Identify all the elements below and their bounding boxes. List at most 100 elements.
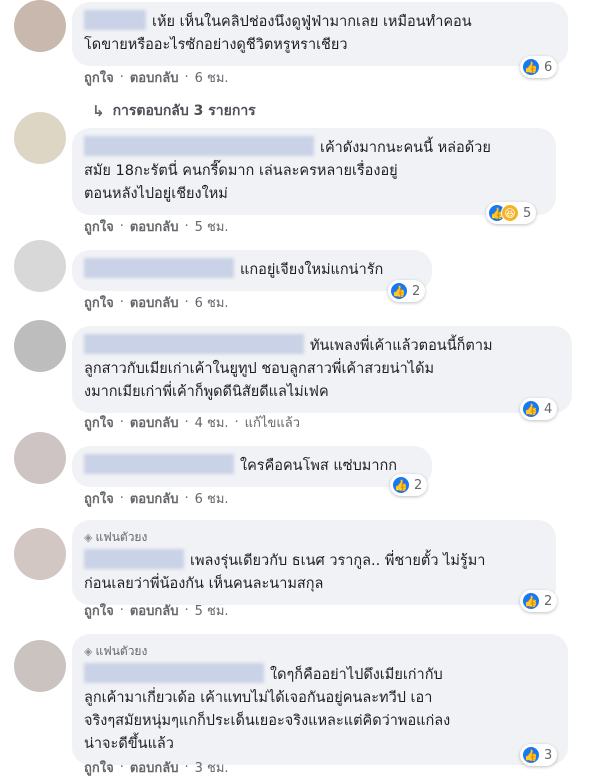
- comment-line: น่าจะดีขึ้นแล้ว: [84, 736, 174, 752]
- separator: ·: [184, 70, 189, 85]
- comment-actions: ถูกใจ · ตอบกลับ · 6 ชม.: [84, 67, 229, 88]
- like-link[interactable]: ถูกใจ: [84, 67, 114, 88]
- like-link[interactable]: ถูกใจ: [84, 757, 114, 778]
- comment-line: ตอนหลังไปอยู่เชียงใหม่: [84, 186, 228, 202]
- avatar[interactable]: [14, 0, 66, 52]
- comment-line: ลูกสาวกับเมียเก่าเค้าในยูทูป ชอบลูกสาวพี…: [84, 361, 435, 377]
- comment-line: แกอยู่เจียงใหม่แกน่ารัก: [84, 258, 420, 282]
- comment-line: สมัย 18กะรัตนี่ คนกรี๊ดมาก เล่นละครหลายเ…: [84, 163, 398, 179]
- comment-line: ทันเพลงพี่เค้าแล้วตอนนี้ก็ตาม: [84, 334, 560, 358]
- reply-link[interactable]: ตอบกลับ: [130, 757, 179, 778]
- comment-actions: ถูกใจ · ตอบกลับ · 4 ชม. · แก้ไขแล้ว: [84, 412, 300, 433]
- timestamp[interactable]: 6 ชม.: [195, 292, 229, 313]
- comment-line: ลูกเค้ามาเกี่ยวเด้อ เค้าแทบไม่ได้เจอกันอ…: [84, 690, 433, 706]
- blurred-author-name[interactable]: [84, 454, 234, 474]
- comment-actions: ถูกใจ · ตอบกลับ · 3 ชม.: [84, 757, 229, 778]
- thumbs-up-icon: 👍: [392, 476, 410, 494]
- reply-link[interactable]: ตอบกลับ: [130, 600, 179, 621]
- timestamp[interactable]: 5 ชม.: [195, 600, 229, 621]
- separator: ·: [184, 219, 189, 234]
- avatar[interactable]: [14, 432, 66, 484]
- reaction-summary[interactable]: 👍 2: [390, 474, 428, 496]
- reaction-summary[interactable]: 👍 2: [388, 280, 426, 302]
- badge-label: แฟนตัวยง: [95, 530, 148, 544]
- timestamp[interactable]: 3 ชม.: [195, 757, 229, 778]
- comment-bubble: เค้าดังมากนะคนนี้ หล่อด้วย สมัย 18กะรัตน…: [72, 128, 556, 215]
- comment-line: เพลงรุ่นเดียวกับ ธเนศ วรากูล.. พี่ชายตั้…: [84, 549, 544, 573]
- separator: ·: [119, 603, 124, 618]
- reaction-count: 5: [523, 205, 532, 221]
- badge-label: แฟนตัวยง: [95, 644, 148, 658]
- haha-icon: 😆: [501, 204, 519, 222]
- timestamp[interactable]: 6 ชม.: [195, 488, 229, 509]
- blurred-author-name[interactable]: [84, 136, 314, 156]
- reply-link[interactable]: ตอบกลับ: [130, 216, 179, 237]
- reaction-summary[interactable]: 👍 6: [520, 56, 558, 78]
- blurred-author-name[interactable]: [84, 10, 146, 30]
- reaction-count: 6: [544, 59, 553, 75]
- blurred-author-name[interactable]: [84, 258, 234, 278]
- reaction-summary[interactable]: 👍 2: [520, 590, 558, 612]
- comment-bubble: แกอยู่เจียงใหม่แกน่ารัก: [72, 250, 432, 291]
- separator: ·: [184, 603, 189, 618]
- blurred-author-name[interactable]: [84, 663, 264, 683]
- top-fan-badge[interactable]: ◈ แฟนตัวยง: [84, 642, 556, 661]
- avatar[interactable]: [14, 112, 66, 164]
- avatar[interactable]: [14, 640, 66, 692]
- top-fan-badge[interactable]: ◈ แฟนตัวยง: [84, 528, 544, 547]
- reply-link[interactable]: ตอบกลับ: [130, 488, 179, 509]
- thumbs-up-icon: 👍: [522, 58, 540, 76]
- reaction-summary[interactable]: 👍 😆 5: [486, 202, 537, 224]
- reaction-count: 2: [412, 283, 421, 299]
- comment-bubble: ◈ แฟนตัวยง เพลงรุ่นเดียวกับ ธเนศ วรากูล.…: [72, 520, 556, 605]
- timestamp[interactable]: 6 ชม.: [195, 67, 229, 88]
- comment-line: เค้าดังมากนะคนนี้ หล่อด้วย: [84, 136, 544, 160]
- reply-link[interactable]: ตอบกลับ: [130, 292, 179, 313]
- comment-bubble: ใครคือคนโพส แซ่บมากก: [72, 446, 432, 487]
- comment-actions: ถูกใจ · ตอบกลับ · 6 ชม.: [84, 488, 229, 509]
- thumbs-up-icon: 👍: [390, 282, 408, 300]
- separator: ·: [119, 219, 124, 234]
- comment-bubble: ◈ แฟนตัวยง ใดๆก็คืออย่าไปดึงเมียเก่ากับ …: [72, 634, 568, 765]
- comment-line: งมากเมียเก่าพี่เค้าก็พูดดีนิสัยดีแลไม่เฟ…: [84, 384, 329, 400]
- like-link[interactable]: ถูกใจ: [84, 292, 114, 313]
- reaction-count: 3: [544, 747, 553, 763]
- reply-link[interactable]: ตอบกลับ: [130, 412, 179, 433]
- reaction-count: 2: [414, 477, 423, 493]
- reaction-summary[interactable]: 👍 4: [520, 398, 558, 420]
- comment-bubble: ทันเพลงพี่เค้าแล้วตอนนี้ก็ตาม ลูกสาวกับเ…: [72, 326, 572, 413]
- like-link[interactable]: ถูกใจ: [84, 600, 114, 621]
- reply-arrow-icon: ↳: [92, 102, 105, 120]
- blurred-author-name[interactable]: [84, 549, 184, 569]
- separator: ·: [184, 491, 189, 506]
- reply-link[interactable]: ตอบกลับ: [130, 67, 179, 88]
- separator: ·: [119, 295, 124, 310]
- timestamp[interactable]: 4 ชม.: [195, 412, 229, 433]
- blurred-author-name[interactable]: [84, 334, 304, 354]
- thumbs-up-icon: 👍: [522, 592, 540, 610]
- like-link[interactable]: ถูกใจ: [84, 216, 114, 237]
- comment-line: ใดๆก็คืออย่าไปดึงเมียเก่ากับ: [84, 663, 556, 687]
- avatar[interactable]: [14, 320, 66, 372]
- comment-line: จริงๆสมัยหนุ่มๆแกก็ประเด็นเยอะจริงแหละแต…: [84, 713, 451, 729]
- reaction-count: 4: [544, 401, 553, 417]
- separator: ·: [184, 295, 189, 310]
- comment-bubble: เห้ย เห็นในคลิปช่องนึงดูฟู่ฟ่ามากเลย เหม…: [72, 2, 568, 66]
- comment-line: โดขายหรืออะไรซักอย่างดูชีวิตหรูหราเชียว: [84, 37, 348, 53]
- reaction-count: 2: [544, 593, 553, 609]
- edited-label[interactable]: แก้ไขแล้ว: [245, 412, 300, 433]
- reaction-summary[interactable]: 👍 3: [520, 744, 558, 766]
- like-link[interactable]: ถูกใจ: [84, 488, 114, 509]
- view-replies-link[interactable]: ↳ การตอบกลับ 3 รายการ: [92, 100, 256, 122]
- timestamp[interactable]: 5 ชม.: [195, 216, 229, 237]
- thumbs-up-icon: 👍: [522, 746, 540, 764]
- separator: ·: [184, 415, 189, 430]
- separator: ·: [184, 760, 189, 775]
- separator: ·: [119, 70, 124, 85]
- separator: ·: [119, 415, 124, 430]
- separator: ·: [119, 760, 124, 775]
- avatar[interactable]: [14, 528, 66, 580]
- like-link[interactable]: ถูกใจ: [84, 412, 114, 433]
- avatar[interactable]: [14, 240, 66, 292]
- diamond-icon: ◈: [84, 531, 93, 544]
